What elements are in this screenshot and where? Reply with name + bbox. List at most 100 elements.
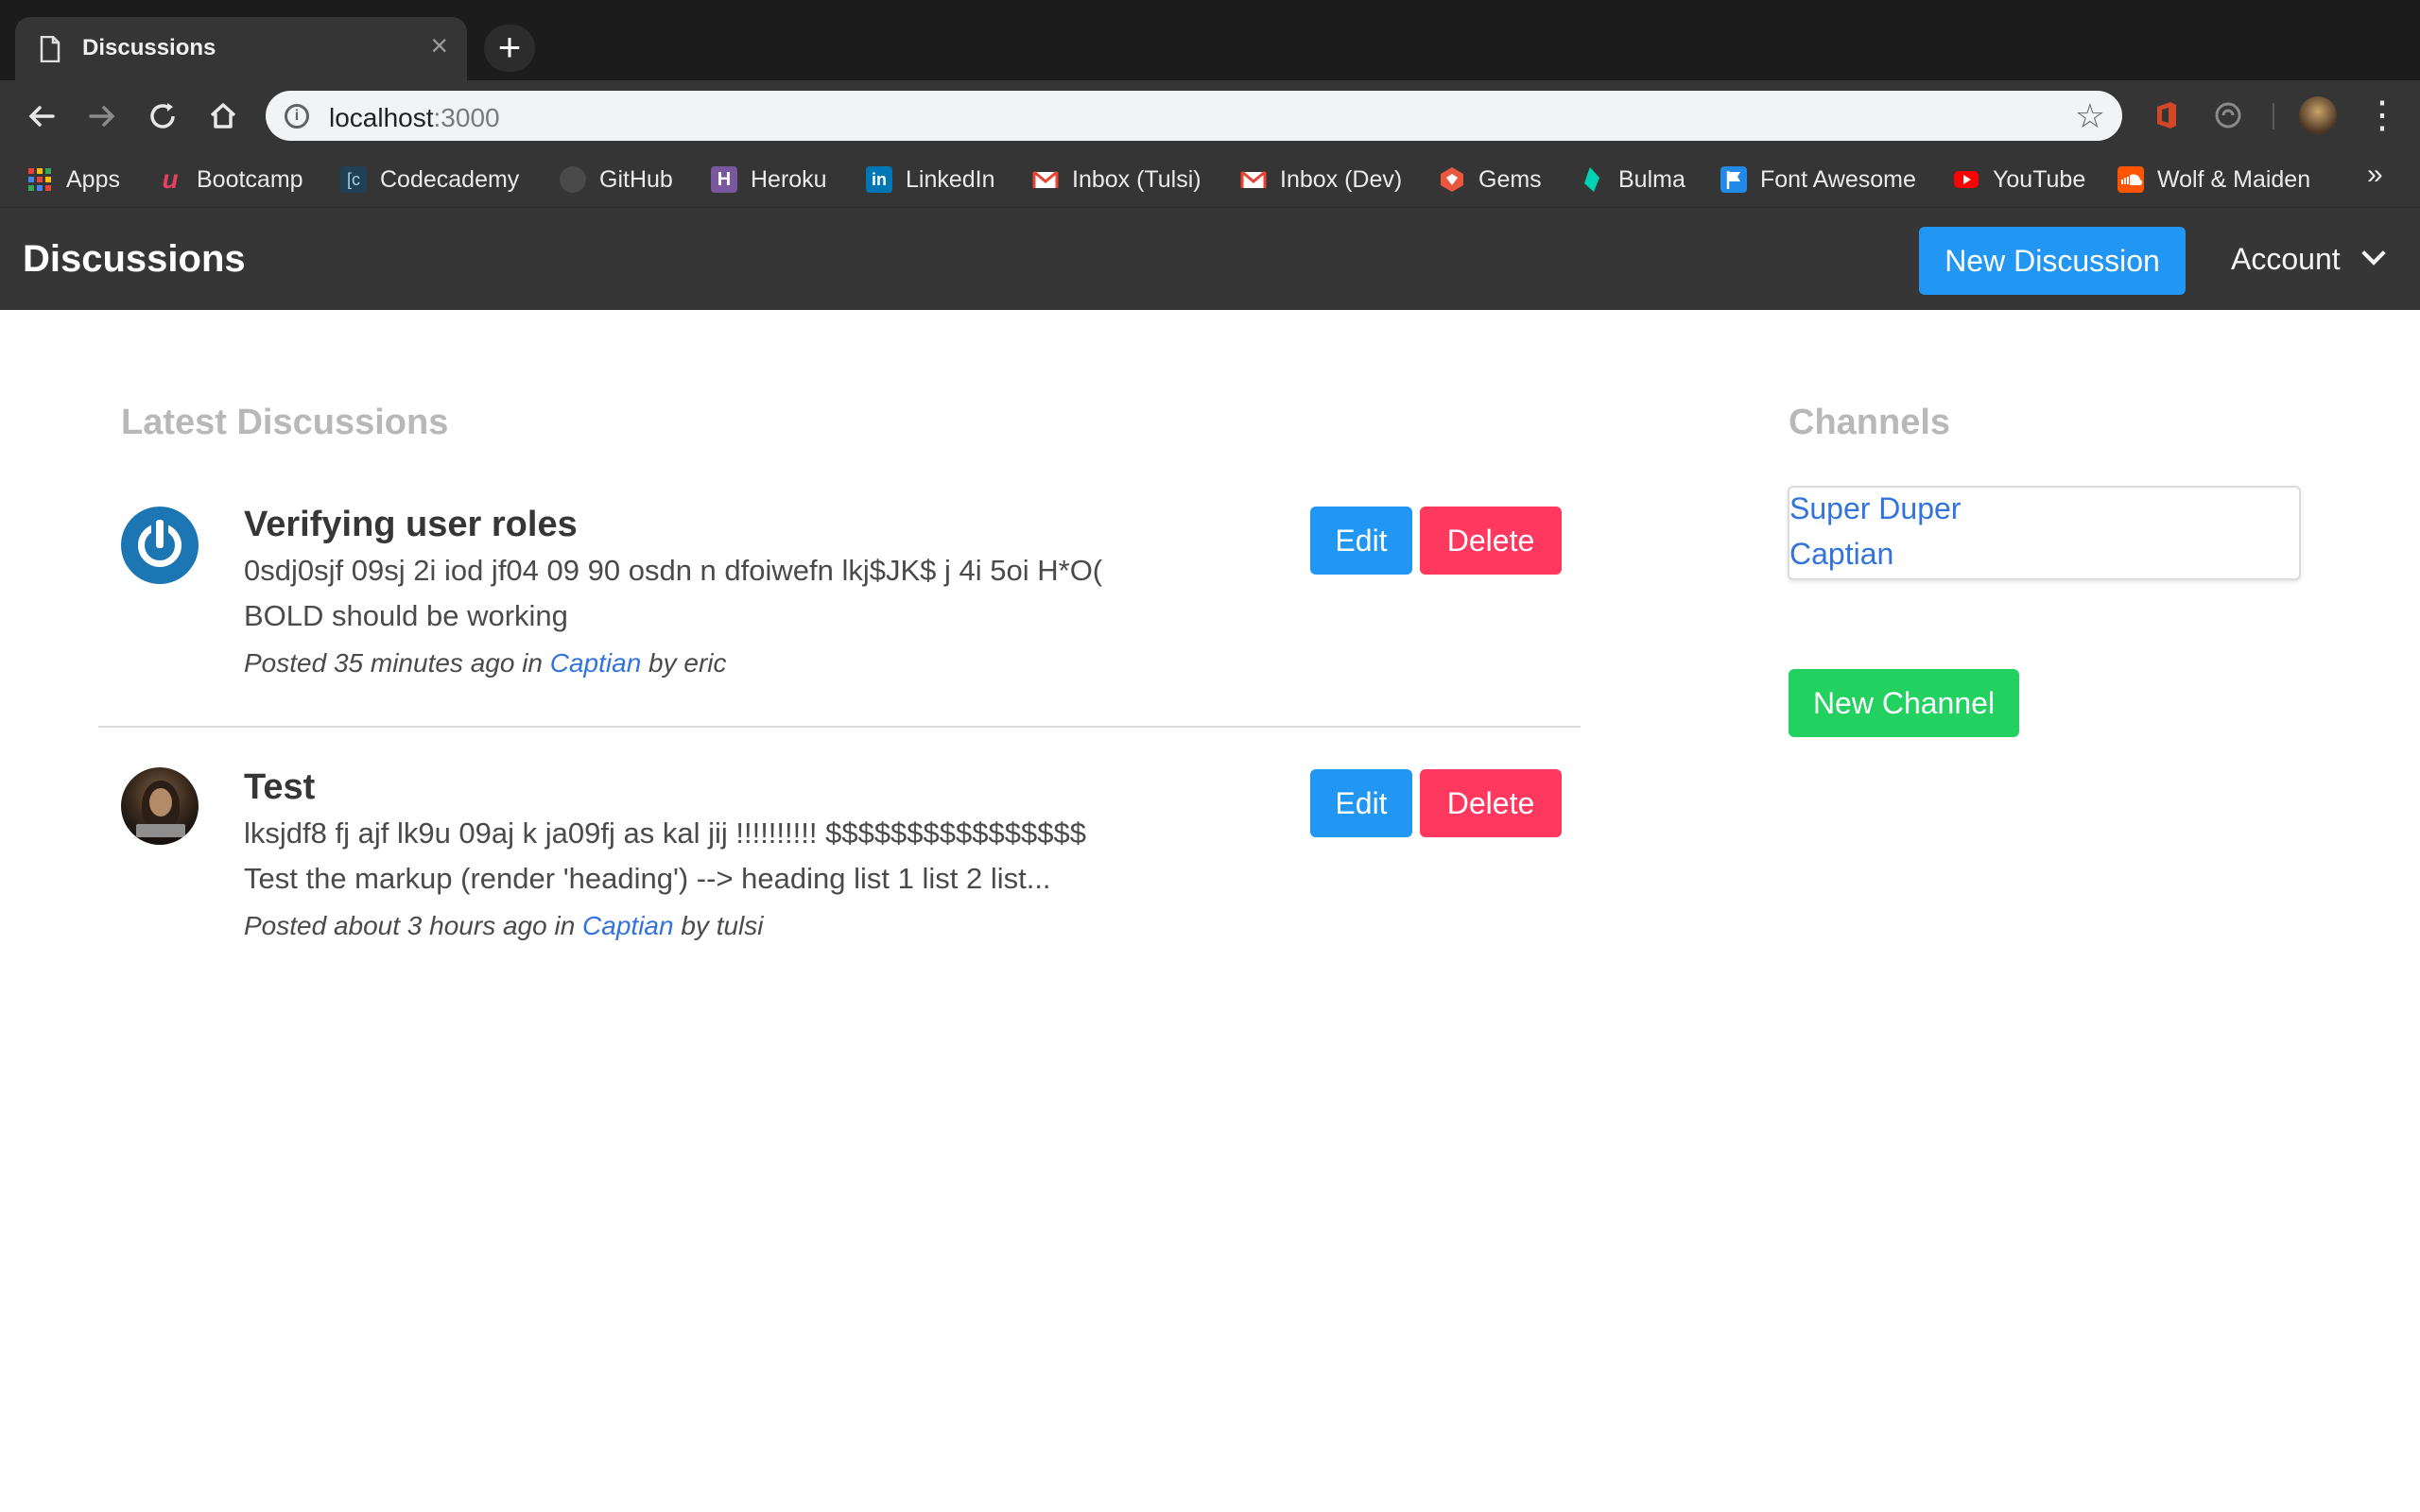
site-info-icon[interactable]: i [285,104,309,129]
new-tab-button[interactable]: + [484,25,535,72]
bookmark-codecademy[interactable]: [c Codecademy [340,161,519,198]
bookmark-font-awesome[interactable]: Font Awesome [1720,161,1916,198]
tab-title: Discussions [82,35,216,60]
user-avatar-photo [121,767,199,845]
edit-button[interactable]: Edit [1310,507,1412,575]
bookmark-label: Inbox (Dev) [1280,165,1403,193]
browser-tab[interactable]: Discussions × [15,17,467,80]
discussion-title[interactable]: Verifying user roles [244,505,578,545]
power-icon [121,507,199,584]
url-host: localhost [329,103,434,132]
bookmark-label: Wolf & Maiden [2157,165,2311,193]
bookmark-youtube[interactable]: YouTube [1953,161,2085,198]
discussion-divider [98,726,1581,728]
github-icon [560,166,586,193]
url-text[interactable]: localhost:3000 [329,103,500,133]
discussion-meta: Posted about 3 hours ago in Captian by t… [244,911,764,941]
bookmark-label: Font Awesome [1760,165,1916,193]
discussion-item: Test lksjdf8 fj ajf lk9u 09aj k ja09fj a… [98,750,1581,1013]
bookmark-label: Inbox (Tulsi) [1072,165,1201,193]
delete-button[interactable]: Delete [1420,769,1562,837]
discussion-excerpt-line: 0sdj0sjf 09sj 2i iod jf04 09 90 osdn n d… [244,554,1103,587]
browser-menu-icon[interactable]: ⋮ [2363,92,2401,139]
meta-posted: Posted 35 minutes ago in [244,648,550,678]
bookmark-label: Apps [66,165,120,193]
bookmark-label: Bootcamp [197,165,303,193]
bookmark-gems[interactable]: Gems [1439,161,1542,198]
rubygems-icon [1441,167,1463,192]
bookmark-linkedin[interactable]: in LinkedIn [866,161,995,198]
apps-grid-icon [28,168,51,191]
youtube-icon [1954,171,1979,188]
page-icon [40,36,60,62]
discussion-item: Verifying user roles 0sdj0sjf 09sj 2i io… [98,488,1581,750]
url-port: :3000 [433,103,500,132]
back-icon[interactable] [21,95,62,137]
channels-list: Super Duper Captian [1788,486,2301,580]
bookmark-heroku[interactable]: H Heroku [711,161,827,198]
bookmark-star-icon[interactable]: ☆ [2075,96,2105,136]
discussion-excerpt-line: Test the markup (render 'heading') --> h… [244,862,1051,895]
chevron-down-icon [2360,241,2386,266]
bookmark-github[interactable]: GitHub [560,161,673,198]
bookmark-label: Codecademy [380,165,520,193]
address-bar[interactable]: i localhost:3000 ☆ [266,91,2122,141]
browser-tab-strip: Discussions × + [0,0,2420,80]
toolbar-separator [2273,103,2274,129]
account-label: Account [2231,242,2341,276]
meta-posted: Posted about 3 hours ago in [244,911,583,940]
account-dropdown[interactable]: Account [2231,241,2386,277]
discussion-excerpt-line: BOLD should be working [244,599,568,632]
new-discussion-button[interactable]: New Discussion [1919,227,2186,295]
bookmark-label: GitHub [599,165,673,193]
discussion-excerpt: lksjdf8 fj ajf lk9u 09aj k ja09fj as kal… [244,811,1378,902]
sync-extension-icon[interactable] [2212,99,2244,131]
font-awesome-flag-icon [1720,166,1747,193]
app-brand[interactable]: Discussions [23,238,246,281]
gmail-icon [1240,170,1267,188]
bookmark-label: Bulma [1618,165,1685,193]
profile-avatar[interactable] [2299,96,2337,134]
channel-link-captian[interactable]: Captian [1789,537,1893,572]
meta-author: by eric [641,648,727,678]
bookmark-bootcamp[interactable]: u Bootcamp [157,161,303,198]
codecademy-icon: [c [340,166,367,193]
bookmark-wolf-maiden[interactable]: Wolf & Maiden [2118,161,2310,198]
bookmark-inbox-dev[interactable]: Inbox (Dev) [1240,161,1402,198]
delete-button[interactable]: Delete [1420,507,1562,575]
soundcloud-icon [2118,166,2144,193]
new-channel-button[interactable]: New Channel [1789,669,2019,737]
bookmark-label: Gems [1478,165,1542,193]
latest-discussions-heading: Latest Discussions [121,403,449,442]
channel-link[interactable]: Captian [550,648,642,678]
bookmark-label: LinkedIn [906,165,995,193]
gmail-icon [1032,170,1059,188]
discussion-title[interactable]: Test [244,767,315,808]
channel-link-super-duper[interactable]: Super Duper [1789,491,1961,526]
more-bookmarks-button[interactable]: » [2367,159,2383,191]
discussion-excerpt-line: lksjdf8 fj ajf lk9u 09aj k ja09fj as kal… [244,816,1086,850]
bookmark-inbox-tulsi[interactable]: Inbox (Tulsi) [1032,161,1201,198]
bulma-icon [1584,167,1599,192]
office-extension-icon[interactable] [2150,99,2182,131]
channels-heading: Channels [1789,403,1951,442]
bootcamp-icon: u [162,164,179,194]
browser-toolbar: i localhost:3000 ☆ ⋮ [0,80,2420,151]
discussion-meta: Posted 35 minutes ago in Captian by eric [244,648,727,679]
discussion-excerpt: 0sdj0sjf 09sj 2i iod jf04 09 90 osdn n d… [244,548,1378,639]
home-icon[interactable] [202,95,244,137]
bookmark-apps[interactable]: Apps [26,161,120,198]
bookmarks-bar: Apps u Bootcamp [c Codecademy GitHub H H… [0,151,2420,208]
reload-icon[interactable] [142,95,183,137]
channel-link[interactable]: Captian [582,911,674,940]
linkedin-icon: in [866,166,892,193]
meta-author: by tulsi [673,911,764,940]
forward-icon[interactable] [81,95,123,137]
edit-button[interactable]: Edit [1310,769,1412,837]
bookmark-label: YouTube [1993,165,2086,193]
close-tab-icon[interactable]: × [430,30,448,60]
heroku-icon: H [711,166,737,193]
bookmark-label: Heroku [751,165,827,193]
app-navbar: Discussions New Discussion Account [0,208,2420,310]
bookmark-bulma[interactable]: Bulma [1579,161,1685,198]
